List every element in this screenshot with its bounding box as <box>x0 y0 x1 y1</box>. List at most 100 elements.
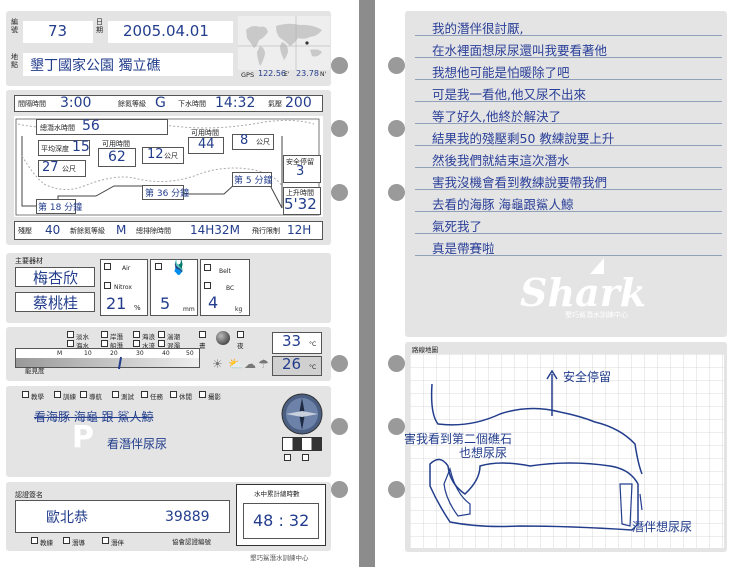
test-checkbox[interactable] <box>112 391 119 398</box>
weight-unit: kg <box>235 306 243 313</box>
stage-value-1[interactable]: 第 36 分鐘 <box>145 186 189 199</box>
scale-10: 10 <box>84 350 92 357</box>
belt-checkbox[interactable] <box>204 264 211 271</box>
test-label: 測試 <box>121 393 134 401</box>
camera-checkbox-1[interactable] <box>284 454 291 461</box>
no-label: 編號 <box>11 18 18 34</box>
stage-value-3[interactable]: 第 5 分鐘 <box>234 173 272 186</box>
flow-checkbox[interactable] <box>133 340 140 347</box>
map-note-2: 也想尿尿 <box>459 446 508 460</box>
new-group-value[interactable]: M <box>116 223 126 237</box>
visibility-label: 能見度 <box>25 367 45 375</box>
binder-spine <box>345 0 388 567</box>
exit-time-value[interactable]: 5'32 <box>284 195 317 213</box>
residual-group-value[interactable]: G <box>155 95 166 111</box>
ruled-line <box>415 123 722 124</box>
gps-label: GPS <box>241 71 255 79</box>
total-time-value[interactable]: 14H32M <box>190 223 240 237</box>
camera-scale-icon <box>282 437 322 451</box>
photo-checkbox[interactable] <box>199 391 206 398</box>
no-fly-label: 飛行限制 <box>252 227 280 235</box>
binder-hole <box>331 120 348 137</box>
current-checkbox[interactable] <box>158 331 165 338</box>
buddy-label: 潛伴 <box>111 539 124 547</box>
camera-checkbox-2[interactable] <box>302 454 309 461</box>
tank-pressure-value[interactable]: 200 <box>285 95 312 111</box>
rest-label: 休閒 <box>179 393 192 401</box>
safety-stop-value[interactable]: 3 <box>296 164 304 179</box>
day-checkbox[interactable] <box>199 331 206 338</box>
avg-depth-value[interactable]: 15 <box>72 139 90 155</box>
ruled-line <box>415 35 722 36</box>
route-map-title: 路線地圖 <box>412 346 438 354</box>
fresh-checkbox[interactable] <box>67 331 74 338</box>
instructor-label: 教練 <box>40 539 53 547</box>
no-fly-value[interactable]: 12H <box>287 223 311 237</box>
weight-value[interactable]: 4 <box>208 293 218 312</box>
divemaster-label: 潛導 <box>72 539 85 547</box>
max-time-value-2[interactable]: 44 <box>198 137 215 152</box>
instructor-checkbox[interactable] <box>31 537 38 544</box>
shark-subtitle: 墾巧鯊潛水訓練中心 <box>565 311 628 319</box>
scale-40: 40 <box>162 350 170 357</box>
tank-pressure-label: 氣壓 <box>268 100 282 108</box>
signature-name: 歐北恭 <box>46 510 88 526</box>
purpose-note[interactable]: 看潛伴尿尿 <box>107 435 167 452</box>
depth-value-1[interactable]: 12 <box>147 147 164 162</box>
no-value: 73 <box>48 22 68 40</box>
dive-time-label: 下水時間 <box>178 100 206 108</box>
end-group-value[interactable]: 40 <box>45 223 60 237</box>
stage-value-2[interactable]: 第 18 分鐘 <box>38 200 82 213</box>
purpose-note-struck[interactable]: 看海豚 海龜 跟 鯊人鯨 <box>34 408 153 425</box>
divemaster-checkbox[interactable] <box>63 537 70 544</box>
gps-lon: 122.56 <box>258 69 286 78</box>
date-value: 2005.04.01 <box>123 22 209 40</box>
compass-icon[interactable] <box>280 392 324 436</box>
suit-checkbox[interactable] <box>155 263 162 270</box>
footer-brand: 墾巧鯊潛水訓練中心 <box>250 554 309 562</box>
depth-unit-2: 公尺 <box>256 138 270 146</box>
max-depth-value[interactable]: 27 <box>42 160 59 175</box>
shore-checkbox[interactable] <box>101 331 108 338</box>
dive-time-value[interactable]: 14:32 <box>215 95 255 111</box>
nitrox-label: Nitrox <box>114 284 132 291</box>
equipment-item-1-value: 梅杏欣 <box>33 269 79 287</box>
bc-checkbox[interactable] <box>204 282 211 289</box>
teach-checkbox[interactable] <box>22 391 29 398</box>
guide-checkbox[interactable] <box>80 391 87 398</box>
bottom-time-value[interactable]: 56 <box>82 118 100 134</box>
clear-checkbox[interactable] <box>158 340 165 347</box>
depth-unit-1: 公尺 <box>164 152 178 160</box>
night-checkbox[interactable] <box>237 331 244 338</box>
guide-label: 導航 <box>89 393 102 401</box>
max-time-value-1[interactable]: 62 <box>108 149 126 165</box>
nitrox-checkbox[interactable] <box>104 282 111 289</box>
binder-hole <box>331 57 348 74</box>
moon-icon <box>216 331 230 345</box>
bc-label: BC <box>226 285 235 292</box>
buddy-checkbox[interactable] <box>102 537 109 544</box>
teach-label: 教學 <box>31 393 44 401</box>
photo-label: 攝影 <box>208 393 221 401</box>
boat-checkbox[interactable] <box>101 340 108 347</box>
suit-value[interactable]: 5 <box>160 294 170 313</box>
sea-checkbox[interactable] <box>67 340 74 347</box>
end-group-label: 殘壓 <box>18 227 32 235</box>
mission-checkbox[interactable] <box>141 391 148 398</box>
map-note-3: 潛伴想尿尿 <box>632 520 693 534</box>
suit-unit: mm <box>183 306 195 313</box>
binder-hole <box>331 481 348 498</box>
ruled-line <box>415 211 722 212</box>
train-checkbox[interactable] <box>54 391 61 398</box>
bottom-time-label: 總潛水時間 <box>40 124 75 132</box>
mix-value[interactable]: 21 <box>106 294 126 313</box>
train-label: 訓練 <box>63 393 76 401</box>
surface-interval-value[interactable]: 3:00 <box>60 95 91 111</box>
depth-value-2[interactable]: 8 <box>240 133 248 148</box>
world-map-icon[interactable] <box>238 16 330 70</box>
signature-number: 39889 <box>165 509 210 525</box>
rest-checkbox[interactable] <box>170 391 177 398</box>
mission-label: 任務 <box>150 393 163 401</box>
air-checkbox[interactable] <box>104 263 111 270</box>
wave-checkbox[interactable] <box>133 331 140 338</box>
